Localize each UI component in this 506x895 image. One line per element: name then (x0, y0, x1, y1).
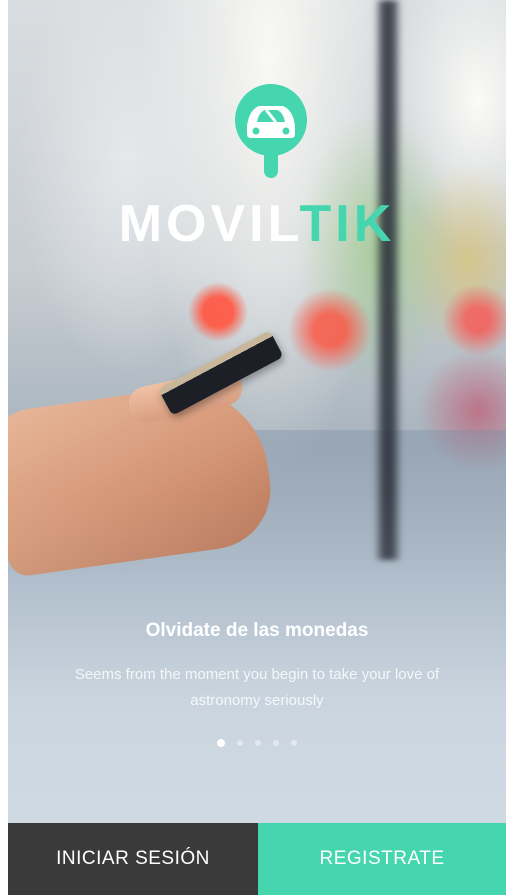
login-button[interactable]: INICIAR SESIÓN (8, 823, 258, 895)
register-button-label: REGISTRATE (319, 848, 445, 869)
onboarding-screen: MOVILTIK Olvidate de las monedas Seems f… (8, 0, 506, 895)
car-location-pin-icon (235, 84, 307, 178)
brand-logo-text: MOVILTIK (8, 196, 506, 252)
slide-headline: Olvidate de las monedas (145, 620, 369, 641)
brand-text-accent: TIK (299, 195, 396, 253)
pagination-dot[interactable] (237, 740, 243, 746)
pagination-dots (8, 739, 506, 747)
pagination-dot-active[interactable] (217, 739, 225, 747)
login-button-label: INICIAR SESIÓN (56, 848, 210, 869)
pagination-dot[interactable] (273, 740, 279, 746)
slide-description: Seems from the moment you begin to take … (74, 666, 440, 709)
pagination-dot[interactable] (291, 740, 297, 746)
register-button[interactable]: REGISTRATE (258, 823, 506, 895)
pagination-dot[interactable] (255, 740, 261, 746)
brand-text-primary: MOVIL (118, 195, 300, 253)
